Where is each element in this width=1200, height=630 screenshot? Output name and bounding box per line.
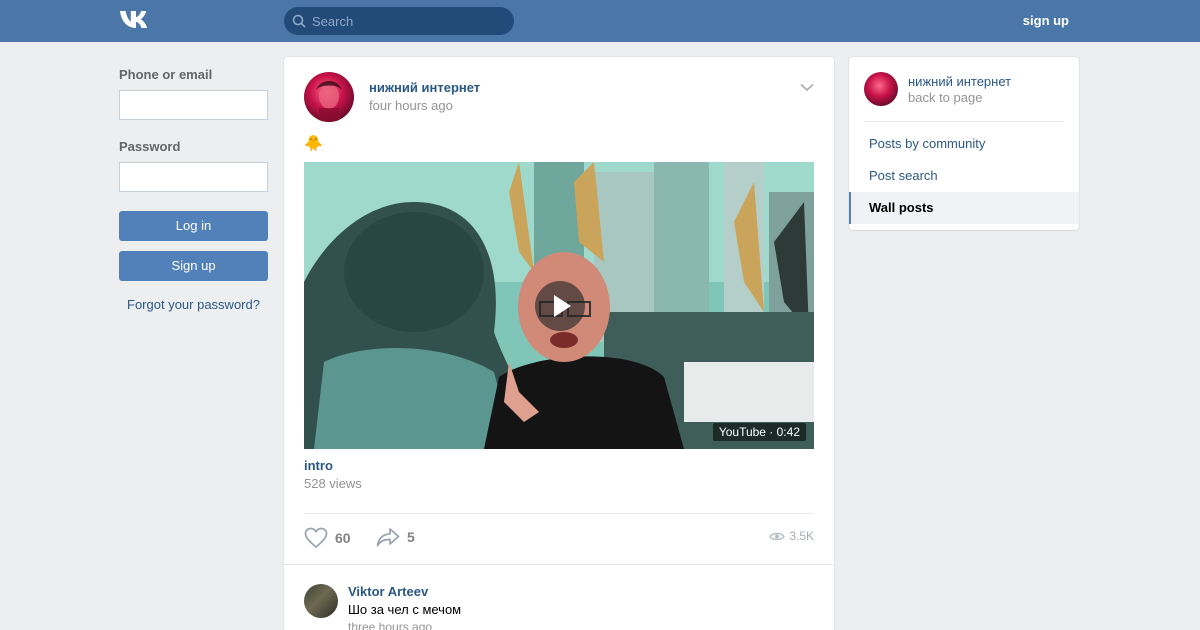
video-views: 528 views [304,476,362,491]
comment-avatar[interactable] [304,584,338,618]
video-duration-badge: YouTube · 0:42 [712,423,806,441]
password-label: Password [119,139,181,154]
forgot-password-link[interactable]: Forgot your password? [119,297,268,312]
play-icon[interactable] [535,281,585,331]
sidebar-community-avatar[interactable] [864,72,898,106]
search-input[interactable] [312,13,502,29]
search-icon [292,14,306,28]
phone-label: Phone or email [119,67,213,82]
video-attachment[interactable]: YouTube · 0:42 [304,162,814,449]
post-views: 3.5K [769,529,814,543]
heart-icon [304,527,328,549]
top-bar: sign up [0,0,1200,42]
community-avatar[interactable] [304,72,354,122]
sidebar-divider [864,121,1064,122]
vk-logo-icon[interactable] [119,9,153,31]
sidebar-item-wall-posts[interactable]: Wall posts [849,192,1079,224]
login-form: Phone or email Password Log in Sign up F… [119,67,268,312]
like-button[interactable]: 60 [304,527,351,549]
community-sidebar: нижний интернет back to page Posts by co… [849,57,1079,230]
like-count: 60 [335,530,351,546]
share-icon [376,528,400,547]
comment-author-link[interactable]: Viktor Arteev [348,584,428,599]
video-title-link[interactable]: intro [304,458,333,473]
comments-divider [284,564,834,565]
sidebar-community-name[interactable]: нижний интернет [908,74,1011,89]
chevron-down-icon[interactable] [800,83,814,92]
avatar-face-icon [316,81,342,122]
post-timestamp[interactable]: four hours ago [369,98,453,113]
search-box[interactable] [284,7,514,35]
eye-icon [769,532,786,540]
back-to-page-link[interactable]: back to page [908,90,982,105]
post-actions: 60 5 3.5K [304,527,814,551]
post-divider [304,513,814,514]
topbar-signup-link[interactable]: sign up [1023,13,1069,28]
sidebar-item-post-search[interactable]: Post search [849,160,1079,192]
share-count: 5 [407,529,415,545]
post-author-link[interactable]: нижний интернет [369,80,480,95]
phone-field[interactable] [119,90,268,120]
comment-text: Шо за чел с мечом [348,602,462,617]
sidebar-item-posts-by-community[interactable]: Posts by community [849,128,1079,160]
share-button[interactable]: 5 [376,527,415,547]
comment-timestamp[interactable]: three hours ago [348,620,432,630]
views-count: 3.5K [789,529,814,543]
post-card: нижний интернет four hours ago 🐥 YouTube… [284,57,834,630]
signup-button[interactable]: Sign up [119,251,268,281]
post-text: 🐥 [304,135,323,152]
password-field[interactable] [119,162,268,192]
login-button[interactable]: Log in [119,211,268,241]
